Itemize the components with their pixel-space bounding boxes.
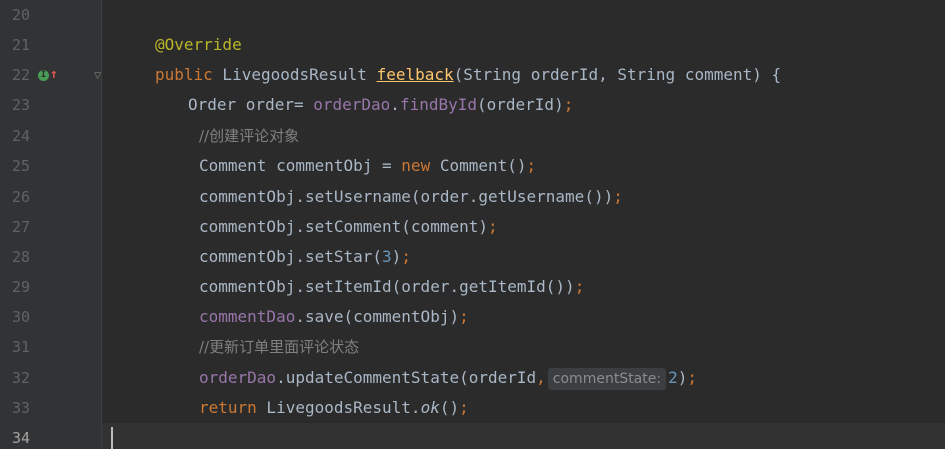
decl-token: Order order= xyxy=(188,95,314,114)
comma-token: , xyxy=(536,368,546,387)
field-token: orderDao xyxy=(313,95,391,114)
code-line[interactable]: orderDao.updateCommentState(orderId, comm… xyxy=(102,363,945,393)
gutter-line: 34 xyxy=(0,423,101,449)
gutter-line: 29 xyxy=(0,272,101,302)
gutter-line: 32 xyxy=(0,363,101,393)
code-line[interactable]: commentDao.save(commentObj); xyxy=(102,302,945,332)
code-line[interactable]: commentObj.setItemId(order.getItemId()); xyxy=(102,272,945,302)
line-number: 27 xyxy=(12,218,31,236)
params-token: (String orderId, String comment) { xyxy=(453,65,782,84)
code-line[interactable]: public LivegoodsResult feelback(String o… xyxy=(102,60,945,90)
line-number: 29 xyxy=(12,278,31,296)
paren-token: () xyxy=(439,398,460,417)
field-token: orderDao xyxy=(199,368,277,387)
stmt-token: commentObj.setItemId(order.getItemId()) xyxy=(199,277,575,296)
keyword-token: public xyxy=(155,65,213,84)
gutter-line: 24 xyxy=(0,121,101,151)
implements-icon[interactable]: I xyxy=(38,70,49,81)
gutter-line: 25 xyxy=(0,151,101,181)
paren-token: ) xyxy=(391,247,402,266)
number-token: 2 xyxy=(668,368,678,387)
text-caret xyxy=(111,427,113,449)
expr-token: Comment() xyxy=(430,156,527,175)
keyword-token: new xyxy=(401,156,431,175)
stmt-token: .updateCommentState(orderId xyxy=(276,368,537,387)
stmt-token: LivegoodsResult. xyxy=(256,398,421,417)
method-name-token[interactable]: feelback xyxy=(377,65,454,84)
line-number: 21 xyxy=(12,36,31,54)
gutter-line: 31 xyxy=(0,332,101,362)
override-arrow-icon[interactable]: ↑ xyxy=(50,60,58,90)
stmt-token: commentObj.setUsername(order.getUsername… xyxy=(199,187,614,206)
type-token: LivegoodsResult xyxy=(212,65,377,84)
gutter-line: 33 xyxy=(0,393,101,423)
line-number-gutter[interactable]: 20 21 22 I ↑ ▽ 23 24 25 26 27 28 29 30 31… xyxy=(0,0,102,449)
comment-token: //更新订单里面评论状态 xyxy=(199,338,360,356)
code-editor[interactable]: 20 21 22 I ↑ ▽ 23 24 25 26 27 28 29 30 31… xyxy=(0,0,945,449)
line-number: 23 xyxy=(12,96,31,114)
semicolon-token: ; xyxy=(487,217,498,236)
keyword-token: return xyxy=(199,398,257,417)
static-call-token: ok xyxy=(420,398,440,417)
semicolon-token: ; xyxy=(687,368,698,387)
code-area[interactable]: @Override public LivegoodsResult feelbac… xyxy=(102,0,945,449)
stmt-token: .save(commentObj) xyxy=(295,307,460,326)
line-number: 30 xyxy=(12,308,31,326)
semicolon-token: ; xyxy=(401,247,411,266)
semicolon-token: ; xyxy=(459,398,469,417)
semicolon-token: ; xyxy=(574,277,585,296)
gutter-line: 30 xyxy=(0,302,101,332)
annotation-token: @Override xyxy=(155,35,242,54)
semicolon-token: ; xyxy=(526,156,537,175)
gutter-line: 20 xyxy=(0,0,101,30)
field-token: commentDao xyxy=(199,307,296,326)
stmt-token: commentObj.setComment(comment) xyxy=(199,217,488,236)
semicolon-token: ; xyxy=(459,307,469,326)
code-line[interactable]: commentObj.setStar(3); xyxy=(102,242,945,272)
current-code-line[interactable] xyxy=(102,423,945,449)
code-line[interactable]: commentObj.setUsername(order.getUsername… xyxy=(102,182,945,212)
semicolon-token: ; xyxy=(563,95,574,114)
gutter-icons: I ↑ xyxy=(38,60,58,90)
dot-token: . xyxy=(390,95,400,114)
parameter-hint: commentState: xyxy=(547,367,667,390)
call-token: findById xyxy=(399,95,477,114)
line-number: 25 xyxy=(12,157,31,175)
gutter-line: 27 xyxy=(0,212,101,242)
code-line[interactable]: Comment commentObj = new Comment(); xyxy=(102,151,945,181)
current-line-number: 34 xyxy=(12,429,31,447)
decl-token: Comment commentObj = xyxy=(199,156,402,175)
gutter-line: 23 xyxy=(0,90,101,120)
line-number: 32 xyxy=(12,369,31,387)
gutter-line: 21 xyxy=(0,30,101,60)
code-line[interactable]: //更新订单里面评论状态 xyxy=(102,332,945,362)
args-token: (orderId) xyxy=(477,95,564,114)
code-line[interactable]: //创建评论对象 xyxy=(102,121,945,151)
paren-token: ) xyxy=(677,368,688,387)
code-line[interactable]: return LivegoodsResult.ok(); xyxy=(102,393,945,423)
number-token: 3 xyxy=(382,247,392,266)
line-number: 26 xyxy=(12,188,31,206)
line-number: 31 xyxy=(12,338,31,356)
line-number: 28 xyxy=(12,248,31,266)
comment-token: //创建评论对象 xyxy=(199,127,300,145)
stmt-token: commentObj.setStar( xyxy=(199,247,383,266)
line-number: 20 xyxy=(12,6,31,24)
gutter-line: 28 xyxy=(0,242,101,272)
gutter-line: 22 I ↑ ▽ xyxy=(0,60,101,90)
semicolon-token: ; xyxy=(613,187,623,206)
code-line[interactable]: @Override xyxy=(102,30,945,60)
code-line[interactable]: commentObj.setComment(comment); xyxy=(102,212,945,242)
line-number: 24 xyxy=(12,127,31,145)
line-number: 33 xyxy=(12,399,31,417)
code-line[interactable]: Order order= orderDao.findById(orderId); xyxy=(102,90,945,120)
gutter-line: 26 xyxy=(0,182,101,212)
